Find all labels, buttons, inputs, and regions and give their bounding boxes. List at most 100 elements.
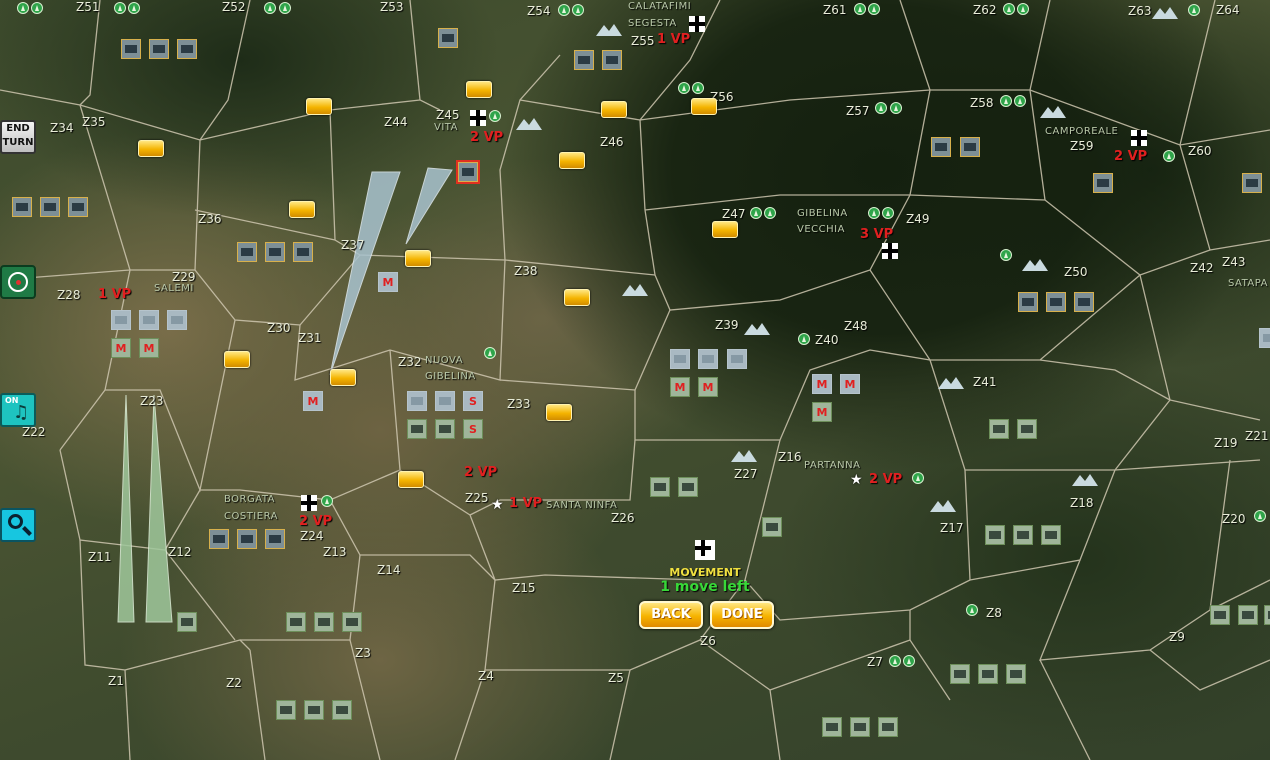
allied-unit[interactable] <box>1074 292 1094 312</box>
end-turn-button[interactable]: END TURN <box>0 120 36 154</box>
axis-unit[interactable] <box>435 419 455 439</box>
victory-points: 2 VP <box>869 472 903 487</box>
allied-unit[interactable] <box>265 529 285 549</box>
supply-cache[interactable] <box>224 351 250 368</box>
axis-unit[interactable] <box>1013 525 1033 545</box>
m-unit[interactable]: M <box>812 402 832 422</box>
axis-unit[interactable] <box>314 612 334 632</box>
allied-unit[interactable] <box>1018 292 1038 312</box>
grey-unit[interactable] <box>698 349 718 369</box>
allied-unit[interactable] <box>602 50 622 70</box>
german-cross-icon <box>470 110 486 126</box>
zone-label: Z35 <box>82 115 106 129</box>
allied-unit[interactable] <box>209 529 229 549</box>
axis-unit[interactable] <box>822 717 842 737</box>
supply-cache[interactable] <box>712 221 738 238</box>
m-unit[interactable]: M <box>378 272 398 292</box>
grey-unit[interactable] <box>167 310 187 330</box>
axis-unit[interactable] <box>332 700 352 720</box>
m-unit[interactable]: M <box>670 377 690 397</box>
grey-unit[interactable] <box>407 391 427 411</box>
axis-unit[interactable] <box>177 612 197 632</box>
done-button[interactable]: DONE <box>710 601 774 629</box>
axis-unit[interactable] <box>1264 605 1270 625</box>
grey-unit[interactable] <box>435 391 455 411</box>
grey-unit[interactable] <box>1259 328 1270 348</box>
supply-cache[interactable] <box>564 289 590 306</box>
axis-unit[interactable] <box>1238 605 1258 625</box>
m-unit[interactable]: M <box>303 391 323 411</box>
m-unit[interactable]: M <box>812 374 832 394</box>
axis-unit[interactable] <box>1041 525 1061 545</box>
supply-cache[interactable] <box>330 369 356 386</box>
supply-cache[interactable] <box>289 201 315 218</box>
supply-cache[interactable] <box>691 98 717 115</box>
zone-label: Z20 <box>1222 512 1246 526</box>
supply-cache[interactable] <box>306 98 332 115</box>
axis-unit[interactable] <box>678 477 698 497</box>
back-button[interactable]: BACK <box>639 601 703 629</box>
grey-unit[interactable] <box>727 349 747 369</box>
axis-unit[interactable] <box>989 419 1009 439</box>
allied-unit[interactable] <box>237 242 257 262</box>
supply-cache[interactable] <box>138 140 164 157</box>
axis-unit[interactable] <box>878 717 898 737</box>
game-map[interactable]: Z51 Z52 Z53 Z54 Z55 Z61 Z62 Z63 Z64 Z34 … <box>0 0 1270 760</box>
allied-unit[interactable] <box>458 162 478 182</box>
allied-unit[interactable] <box>68 197 88 217</box>
axis-unit[interactable] <box>407 419 427 439</box>
mountain-icon <box>1072 474 1098 486</box>
grey-unit[interactable] <box>670 349 690 369</box>
supply-cache[interactable] <box>601 101 627 118</box>
grey-unit[interactable] <box>111 310 131 330</box>
axis-unit[interactable] <box>978 664 998 684</box>
axis-unit[interactable] <box>1017 419 1037 439</box>
allied-unit[interactable] <box>1242 173 1262 193</box>
allied-unit[interactable] <box>177 39 197 59</box>
s-unit[interactable]: S <box>463 419 483 439</box>
allied-unit[interactable] <box>265 242 285 262</box>
allied-unit[interactable] <box>293 242 313 262</box>
allied-unit[interactable] <box>149 39 169 59</box>
allied-unit[interactable] <box>1046 292 1066 312</box>
allied-unit[interactable] <box>574 50 594 70</box>
axis-unit[interactable] <box>762 517 782 537</box>
supply-cache[interactable] <box>405 250 431 267</box>
forest-icon <box>572 4 584 16</box>
search-button[interactable] <box>0 508 36 542</box>
axis-unit[interactable] <box>276 700 296 720</box>
zone-label: Z36 <box>198 212 222 226</box>
axis-unit[interactable] <box>985 525 1005 545</box>
supply-cache[interactable] <box>546 404 572 421</box>
axis-unit[interactable] <box>1210 605 1230 625</box>
axis-unit[interactable] <box>650 477 670 497</box>
m-unit[interactable]: M <box>840 374 860 394</box>
allied-unit[interactable] <box>1093 173 1113 193</box>
axis-unit[interactable] <box>850 717 870 737</box>
axis-unit[interactable] <box>286 612 306 632</box>
axis-unit[interactable] <box>1006 664 1026 684</box>
music-toggle-button[interactable]: ON ♫ <box>0 393 36 427</box>
unit-letter: M <box>115 342 127 355</box>
axis-unit[interactable] <box>304 700 324 720</box>
supply-cache[interactable] <box>466 81 492 98</box>
zone-label: Z46 <box>600 135 624 149</box>
m-unit[interactable]: M <box>139 338 159 358</box>
supply-cache[interactable] <box>559 152 585 169</box>
s-unit[interactable]: S <box>463 391 483 411</box>
m-unit[interactable]: M <box>111 338 131 358</box>
allied-unit[interactable] <box>438 28 458 48</box>
axis-unit[interactable] <box>342 612 362 632</box>
allied-unit[interactable] <box>237 529 257 549</box>
allied-unit[interactable] <box>121 39 141 59</box>
grey-unit[interactable] <box>139 310 159 330</box>
supply-cache[interactable] <box>398 471 424 488</box>
allied-unit[interactable] <box>40 197 60 217</box>
target-button[interactable] <box>0 265 36 299</box>
m-unit[interactable]: M <box>698 377 718 397</box>
axis-unit[interactable] <box>950 664 970 684</box>
allied-unit[interactable] <box>960 137 980 157</box>
allied-unit[interactable] <box>12 197 32 217</box>
mountain-icon <box>1152 7 1178 19</box>
allied-unit[interactable] <box>931 137 951 157</box>
